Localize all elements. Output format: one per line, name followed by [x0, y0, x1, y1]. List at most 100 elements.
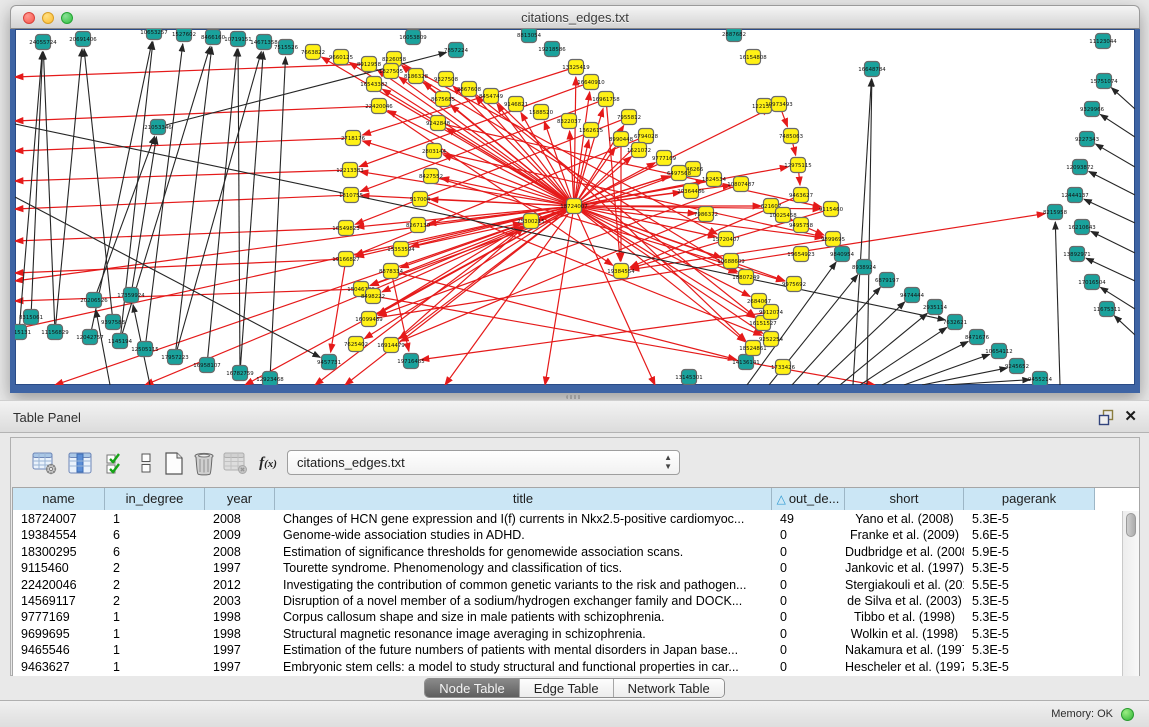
graph-edge[interactable]	[396, 228, 523, 341]
graph-edge[interactable]	[781, 111, 787, 127]
graph-edge[interactable]	[15, 259, 339, 273]
graph-node[interactable]: 9840954	[830, 247, 855, 262]
delete-table-icon[interactable]	[191, 450, 217, 476]
table-row[interactable]: 977716911998Corpus callosum shape and si…	[13, 609, 1122, 625]
graph-node[interactable]: 10807487	[727, 177, 754, 192]
tab-network-table[interactable]: Network Table	[614, 679, 724, 697]
column-header-in-degree[interactable]: in_degree	[105, 488, 205, 510]
column-header-title[interactable]: title	[275, 488, 772, 510]
graph-node[interactable]: 17016504	[1078, 275, 1106, 290]
function-builder-icon[interactable]: f(x)	[255, 450, 281, 476]
graph-edge[interactable]	[270, 57, 285, 372]
graph-node[interactable]: 6879197	[875, 273, 899, 288]
graph-node[interactable]: 9455214	[1028, 372, 1053, 386]
graph-node[interactable]: 12975115	[784, 158, 811, 173]
graph-edge[interactable]	[1111, 88, 1135, 109]
graph-node[interactable]: 9252254	[759, 332, 784, 347]
table-row[interactable]: 969969511998Structural magnetic resonanc…	[13, 626, 1122, 642]
graph-node[interactable]: 7632621	[943, 315, 967, 330]
graph-edge[interactable]	[421, 313, 764, 360]
graph-node[interactable]: 9227343	[1075, 132, 1099, 147]
graph-node[interactable]: 8938924	[852, 260, 877, 275]
graph-node[interactable]: 20206526	[80, 293, 108, 308]
graph-node[interactable]: 8315061	[19, 310, 43, 325]
graph-node[interactable]: 20691406	[69, 32, 97, 47]
graph-node[interactable]: 12505115	[131, 342, 158, 357]
graph-node[interactable]: 14136141	[732, 355, 759, 370]
graph-node[interactable]: 1733426	[771, 360, 796, 375]
graph-node[interactable]: 8466160	[201, 30, 226, 45]
graph-edge[interactable]	[579, 210, 745, 341]
graph-node[interactable]: 7663822	[301, 45, 325, 60]
graph-node[interactable]: 1527602	[172, 29, 196, 42]
graph-node[interactable]: 16640910	[577, 75, 605, 90]
graph-edge[interactable]	[84, 49, 112, 315]
graph-node[interactable]: 9915131	[15, 325, 31, 340]
table-row[interactable]: 1456911722003Disruption of a novel membe…	[13, 593, 1122, 609]
graph-edge[interactable]	[15, 170, 343, 181]
graph-node[interactable]: 10653257	[140, 29, 167, 40]
graph-node[interactable]: 2935114	[923, 300, 948, 315]
table-row[interactable]: 1872400712008Changes of HCN gene express…	[13, 511, 1122, 527]
table-row[interactable]: 946362711997Embryonic stem cells: a mode…	[13, 659, 1122, 675]
table-columns-icon[interactable]	[67, 450, 93, 476]
graph-node[interactable]: 9245652	[1005, 359, 1029, 374]
graph-node[interactable]: 8675685	[431, 92, 455, 107]
graph-edge[interactable]	[241, 52, 264, 366]
table-row[interactable]: 1830029562008Estimation of significance …	[13, 544, 1122, 560]
scrollbar-thumb[interactable]	[1126, 513, 1136, 537]
graph-node[interactable]: 6794028	[634, 129, 659, 144]
graph-edge[interactable]	[793, 143, 796, 155]
panel-splitter[interactable]	[0, 393, 1149, 400]
graph-node[interactable]: 16648784	[858, 62, 886, 77]
table-row[interactable]: 946554611997Estimation of the future num…	[13, 642, 1122, 658]
graph-node[interactable]: 16782759	[226, 366, 254, 381]
table-row[interactable]: 1938455462009Genome-wide association stu…	[13, 527, 1122, 543]
graph-node[interactable]: 19654923	[787, 247, 814, 262]
graph-edge[interactable]	[860, 328, 947, 385]
table-row[interactable]: 911546021997Tourette syndrome. Phenomeno…	[13, 560, 1122, 576]
merge-rows-icon[interactable]	[133, 450, 159, 476]
graph-node[interactable]: 9327508	[434, 72, 459, 87]
graph-edge[interactable]	[20, 52, 43, 325]
close-panel-icon[interactable]: ✕	[1124, 407, 1137, 425]
graph-node[interactable]: 16154808	[739, 50, 767, 65]
graph-node[interactable]: 7485063	[779, 129, 803, 144]
table-vertical-scrollbar[interactable]	[1122, 511, 1139, 676]
graph-node[interactable]: 10654112	[985, 344, 1012, 359]
new-table-icon[interactable]	[161, 450, 187, 476]
graph-edge[interactable]	[398, 273, 737, 360]
column-header-pagerank[interactable]: pagerank	[964, 488, 1095, 510]
table-row[interactable]: 2242004622012Investigating the contribut…	[13, 577, 1122, 593]
graph-node[interactable]: 9146821	[504, 97, 528, 112]
graph-node[interactable]: 2887682	[722, 29, 746, 42]
graph-node[interactable]: 1145194	[108, 334, 133, 349]
graph-node[interactable]: 7625402	[344, 337, 368, 352]
graph-edge[interactable]	[1084, 199, 1135, 223]
graph-node[interactable]: 19716485	[397, 354, 424, 369]
import-table-icon[interactable]	[103, 450, 129, 476]
graph-node[interactable]: 8813054	[517, 29, 542, 43]
graph-edge[interactable]	[1100, 114, 1135, 137]
graph-node[interactable]: 8471676	[965, 330, 990, 345]
graph-edge[interactable]	[177, 52, 261, 351]
column-header-short[interactable]: short	[845, 488, 964, 510]
graph-node[interactable]: 16549823	[332, 221, 359, 236]
graph-node[interactable]: 7955812	[617, 110, 641, 125]
graph-node[interactable]: 19218586	[538, 42, 566, 57]
graph-node[interactable]: 7857224	[444, 43, 469, 58]
graph-node[interactable]: 17359924	[117, 288, 145, 303]
graph-edge[interactable]	[1089, 172, 1135, 195]
graph-node[interactable]: 11123044	[1089, 34, 1117, 49]
column-header-name[interactable]: name	[13, 488, 105, 510]
graph-edge[interactable]	[15, 195, 344, 209]
graph-edge[interactable]	[867, 79, 872, 385]
graph-edge[interactable]	[474, 93, 755, 316]
graph-node[interactable]: 9975692	[782, 277, 806, 292]
graph-edge[interactable]	[799, 172, 800, 185]
graph-node[interactable]: 2718176	[341, 131, 366, 146]
graph-node[interactable]: 11156829	[41, 325, 69, 340]
graph-edge[interactable]	[445, 212, 570, 385]
graph-edge[interactable]	[91, 42, 152, 330]
graph-node[interactable]: 16961758	[592, 92, 620, 107]
